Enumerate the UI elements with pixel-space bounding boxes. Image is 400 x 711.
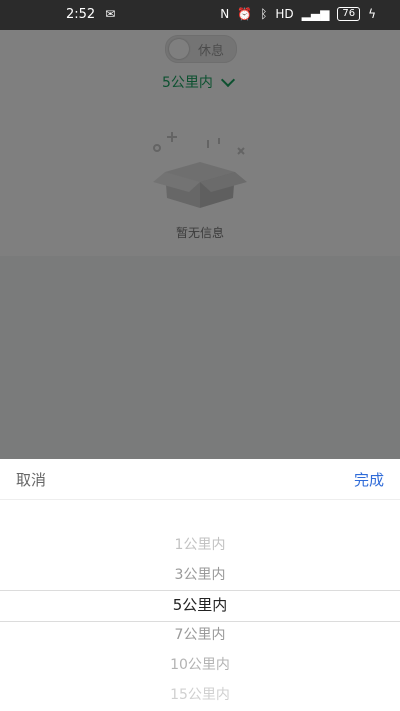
- picker-option-selected[interactable]: 5公里内: [0, 590, 400, 620]
- cancel-button[interactable]: 取消: [16, 469, 46, 490]
- distance-picker-wheel[interactable]: 1公里内 3公里内 5公里内 7公里内 10公里内 15公里内: [0, 530, 400, 711]
- status-time: 2:52: [66, 6, 96, 22]
- modal-overlay[interactable]: [0, 30, 400, 459]
- picker-option[interactable]: 7公里内: [0, 620, 400, 650]
- picker-option[interactable]: 10公里内: [0, 650, 400, 680]
- charging-icon: ϟ: [368, 7, 376, 21]
- status-bar: 2:52 ✉ N ⏰ ᛒ HD ▂▄▆ 76 ϟ: [0, 0, 400, 30]
- picker-option[interactable]: 1公里内: [0, 530, 400, 560]
- picker-toolbar: 取消 完成: [0, 459, 400, 500]
- battery-level: 76: [342, 8, 356, 19]
- signal-icon: ▂▄▆: [301, 7, 330, 21]
- bluetooth-icon: ᛒ: [260, 7, 268, 21]
- alarm-icon: ⏰: [237, 7, 253, 21]
- picker-option[interactable]: 15公里内: [0, 680, 400, 710]
- battery-icon: 76: [337, 7, 361, 21]
- done-button[interactable]: 完成: [354, 469, 384, 490]
- distance-picker-sheet: 取消 完成 1公里内 3公里内 5公里内 7公里内 10公里内 15公里内: [0, 459, 400, 711]
- picker-option[interactable]: 3公里内: [0, 560, 400, 590]
- hd-icon: HD: [275, 7, 294, 21]
- nfc-icon: N: [220, 7, 230, 21]
- wechat-icon: ✉: [105, 7, 116, 21]
